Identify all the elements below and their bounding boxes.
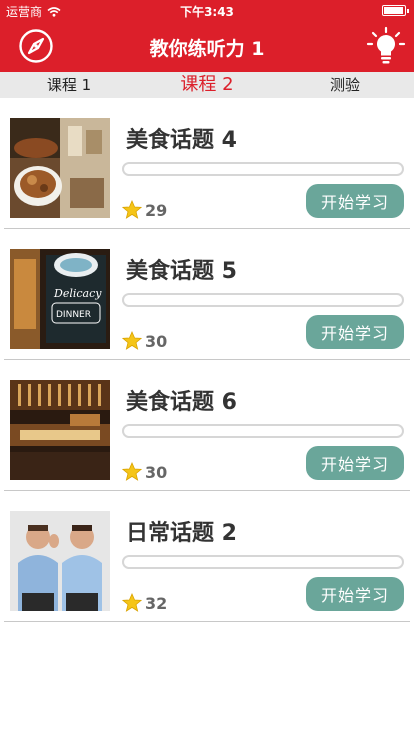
lightbulb-icon	[366, 26, 406, 64]
star-icon	[122, 593, 142, 612]
tips-button[interactable]	[366, 26, 406, 66]
star-icon	[122, 200, 142, 219]
tab-course-1[interactable]: 课程 1	[0, 72, 138, 98]
star-count: 30	[145, 462, 168, 482]
progress-bar	[122, 555, 404, 569]
start-learning-button[interactable]: 开始学习	[306, 446, 404, 480]
lesson-title: 美食话题 5	[126, 259, 237, 284]
start-learning-button[interactable]: 开始学习	[306, 184, 404, 218]
star-icon	[122, 331, 142, 350]
lesson-item[interactable]: 日常话题 2 32 开始学习	[4, 491, 410, 622]
start-learning-button[interactable]: 开始学习	[306, 577, 404, 611]
nav-bar: 教你练听力 1	[0, 20, 414, 72]
course-tabs: 课程 1 课程 2 测验	[0, 72, 414, 98]
start-learning-button[interactable]: 开始学习	[306, 315, 404, 349]
page-title: 教你练听力 1	[149, 38, 265, 60]
lesson-item[interactable]: 美食话题 4 29 开始学习	[4, 98, 410, 229]
star-count: 30	[145, 331, 168, 351]
star-icon	[122, 462, 142, 481]
lesson-item[interactable]: Delicacy DINNER 美食话题 5 30 开始学习	[4, 229, 410, 360]
lesson-list: 美食话题 4 29 开始学习 Delicacy DINNER 美食话题 5 30…	[0, 98, 414, 622]
star-count: 32	[145, 593, 168, 613]
svg-text:DINNER: DINNER	[56, 310, 91, 320]
lesson-title: 日常话题 2	[126, 521, 237, 546]
battery-icon	[382, 5, 409, 16]
lesson-thumbnail	[10, 118, 110, 218]
star-rating: 30	[122, 462, 167, 482]
lesson-item[interactable]: 美食话题 6 30 开始学习	[4, 360, 410, 491]
star-rating: 30	[122, 331, 167, 351]
status-bar: 运营商 下午3:43	[0, 0, 414, 20]
progress-bar	[122, 424, 404, 438]
lesson-title: 美食话题 4	[126, 128, 237, 153]
star-rating: 29	[122, 200, 167, 220]
star-count: 29	[145, 200, 168, 220]
star-rating: 32	[122, 593, 167, 613]
lesson-thumbnail	[10, 511, 110, 611]
lesson-title: 美食话题 6	[126, 390, 237, 415]
tab-quiz[interactable]: 测验	[276, 72, 414, 98]
tab-course-2[interactable]: 课程 2	[138, 72, 276, 98]
lesson-thumbnail: Delicacy DINNER	[10, 249, 110, 349]
progress-bar	[122, 293, 404, 307]
status-time: 下午3:43	[180, 5, 234, 19]
lesson-thumbnail	[10, 380, 110, 480]
progress-bar	[122, 162, 404, 176]
svg-text:Delicacy: Delicacy	[53, 287, 102, 300]
